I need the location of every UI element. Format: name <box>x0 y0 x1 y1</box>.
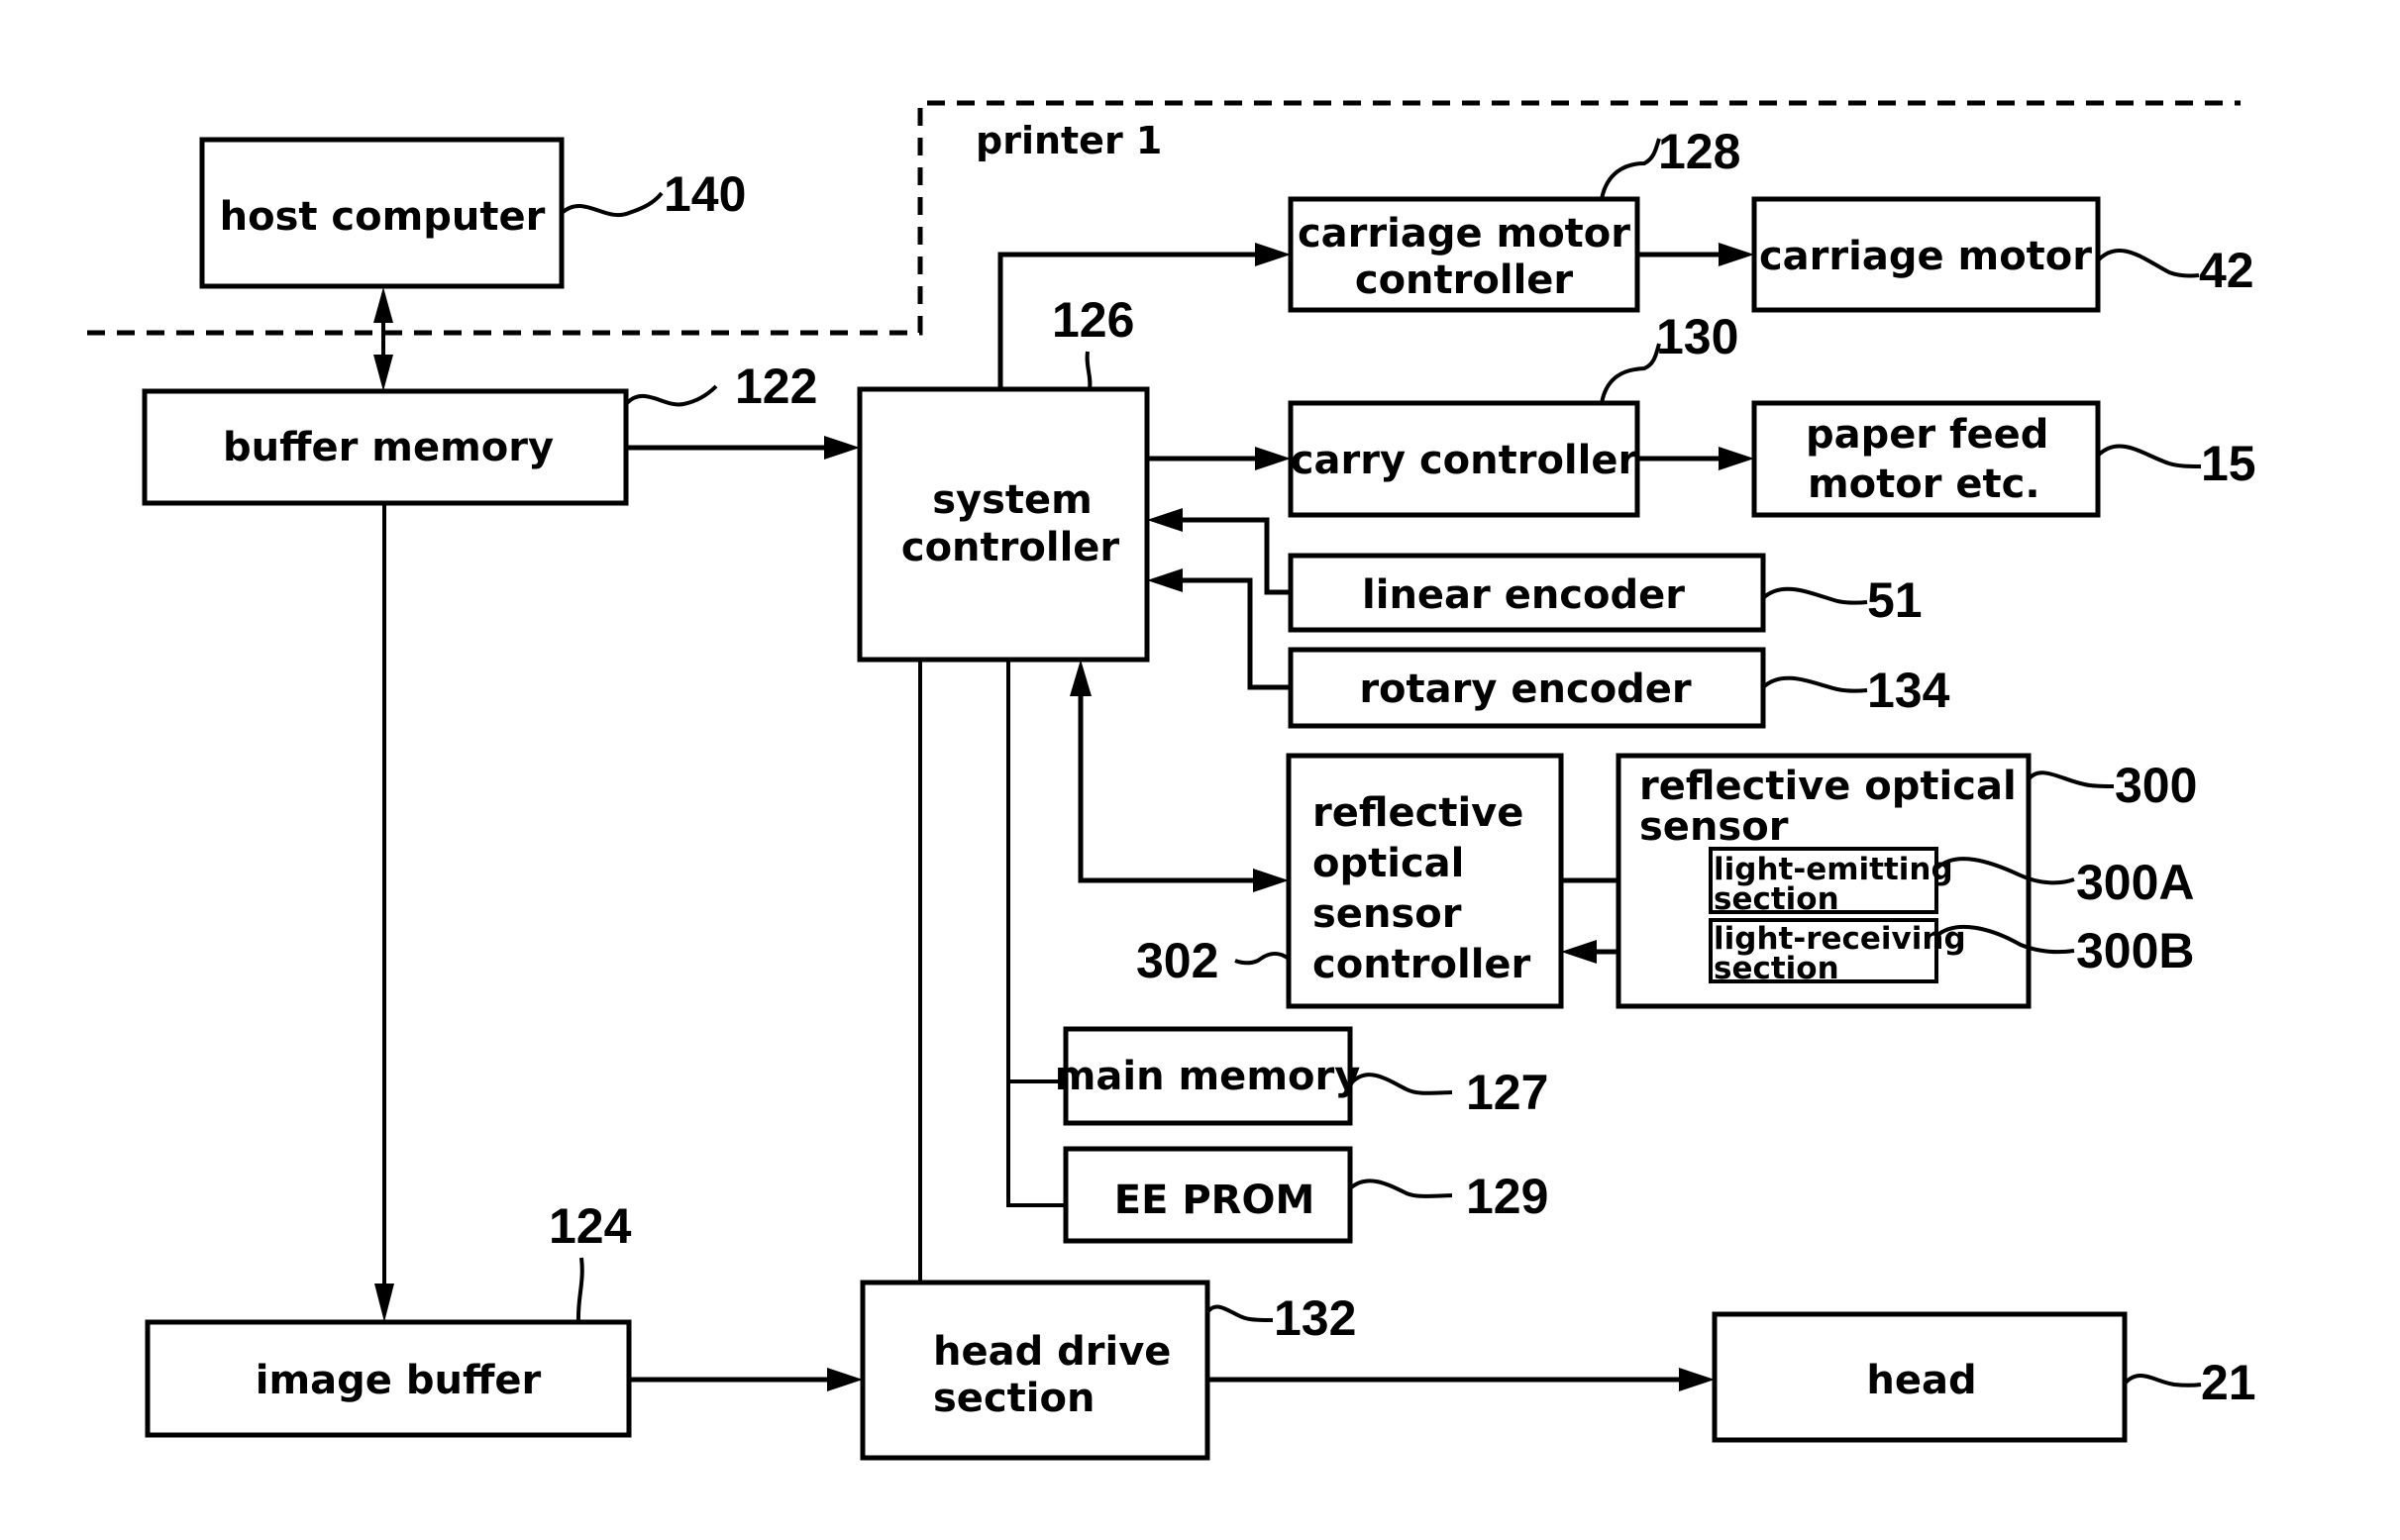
block-label: optical <box>1312 841 1464 886</box>
printer-region-label: printer 1 <box>976 119 1162 162</box>
arrowhead-rosc-in <box>1253 869 1289 892</box>
leader-126 <box>1085 351 1093 390</box>
block-rotary-encoder: rotary encoder <box>1288 647 1766 729</box>
block-label: image buffer <box>256 1358 542 1403</box>
leader-42 <box>2096 248 2200 278</box>
leader-302 <box>1234 952 1291 966</box>
ref-label-21: 21 <box>2201 1355 2256 1410</box>
leader-130 <box>1600 343 1661 404</box>
ref-label-129: 129 <box>1466 1169 1548 1224</box>
arrowhead-image-in <box>374 1283 394 1322</box>
block-main-memory: main memory <box>1055 1026 1361 1126</box>
arrowhead-linear-to-system <box>1147 508 1183 532</box>
leader-21 <box>2123 1374 2202 1387</box>
block-carry-controller: carry controller <box>1288 400 1640 518</box>
block-label: system <box>932 477 1093 523</box>
block-label: sensor <box>1312 891 1462 937</box>
block-label: motor etc. <box>1808 462 2040 507</box>
ref-label-302: 302 <box>1136 933 1218 988</box>
arrowhead-down-buffer <box>373 355 393 391</box>
ref-label-42: 42 <box>2199 243 2254 298</box>
ref-label-128: 128 <box>1658 124 1740 179</box>
wire-system-ros-controller <box>1078 693 1261 883</box>
block-label: head drive <box>933 1329 1171 1375</box>
block-paper-feed-motor: paper feed motor etc. <box>1751 400 2101 518</box>
ref-label-126: 126 <box>1052 292 1134 348</box>
wire-system-memory-bus <box>1006 660 1066 1207</box>
ref-label-127: 127 <box>1466 1065 1548 1120</box>
block-label: head <box>1866 1358 1976 1403</box>
block-light-receiving-section: light-receiving section <box>1709 918 1966 986</box>
ref-label-15: 15 <box>2201 436 2256 491</box>
leader-128 <box>1600 138 1661 200</box>
block-label: controller <box>1312 942 1531 987</box>
block-host-computer: host computer <box>199 137 565 289</box>
block-label: reflective optical <box>1639 764 2017 809</box>
block-label: section <box>1714 881 1839 917</box>
block-label: carriage motor <box>1298 211 1630 257</box>
arrowhead-carry-in <box>1255 447 1291 470</box>
block-label: controller <box>901 525 1120 570</box>
leader-129 <box>1348 1179 1453 1198</box>
arrowhead-headdrive-in <box>827 1368 863 1391</box>
arrowhead-rosc-from-receive <box>1561 940 1597 964</box>
arrowhead-system-in <box>824 436 860 460</box>
ref-label-124: 124 <box>549 1198 632 1254</box>
block-label: carry controller <box>1291 438 1638 483</box>
leader-140 <box>560 191 664 217</box>
block-label: carriage motor <box>1759 234 2092 279</box>
ref-label-300B: 300B <box>2076 923 2195 978</box>
printer-block-diagram: printer 1 host computer buffer memory sy… <box>87 100 2256 1461</box>
arrowhead-up-host <box>373 287 393 323</box>
leader-122 <box>624 384 718 407</box>
ref-label-122: 122 <box>735 359 817 414</box>
arrowhead-system-from-rosc <box>1070 660 1092 696</box>
ref-label-132: 132 <box>1274 1290 1356 1346</box>
leader-15 <box>2096 444 2202 468</box>
block-label: rotary encoder <box>1359 667 1692 712</box>
arrowhead-rotary-to-system <box>1147 568 1183 592</box>
ref-label-134: 134 <box>1867 663 1950 718</box>
block-label: controller <box>1355 257 1574 303</box>
block-label: EE PROM <box>1114 1178 1315 1223</box>
arrowhead-head-in <box>1679 1368 1715 1391</box>
ref-label-140: 140 <box>664 166 746 222</box>
leader-300 <box>2027 770 2115 788</box>
block-system-controller: system controller <box>857 386 1150 663</box>
block-ros-controller: reflective optical sensor controller <box>1286 753 1564 1009</box>
leader-127 <box>1348 1073 1453 1095</box>
arrowhead-cm-in <box>1719 243 1754 266</box>
block-eeprom: EE PROM <box>1063 1146 1353 1244</box>
ref-label-130: 130 <box>1656 309 1738 364</box>
block-label: buffer memory <box>223 425 554 470</box>
ref-label-51: 51 <box>1867 572 1923 628</box>
block-linear-encoder: linear encoder <box>1288 553 1766 633</box>
block-carriage-motor-controller: carriage motor controller <box>1288 196 1640 313</box>
block-carriage-motor: carriage motor <box>1751 196 2101 313</box>
block-label: host computer <box>220 194 546 240</box>
ref-label-300: 300 <box>2115 758 2197 813</box>
block-head-drive-section: head drive section <box>860 1280 1210 1461</box>
block-label: reflective <box>1312 790 1523 836</box>
block-label: linear encoder <box>1362 572 1685 618</box>
block-label: paper feed <box>1806 412 2048 458</box>
block-label: section <box>1714 951 1839 986</box>
leader-51 <box>1761 586 1868 605</box>
block-label: sensor <box>1639 804 1789 850</box>
leader-124 <box>575 1257 584 1323</box>
ref-label-300A: 300A <box>2076 855 2195 910</box>
block-light-emitting-section: light-emitting section <box>1709 847 1953 917</box>
leader-132 <box>1205 1304 1274 1322</box>
arrowhead-cmc-in <box>1255 243 1291 266</box>
leader-134 <box>1761 675 1868 693</box>
block-head: head <box>1712 1311 2128 1443</box>
block-image-buffer: image buffer <box>145 1319 632 1438</box>
block-buffer-memory: buffer memory <box>142 388 629 506</box>
arrowhead-paper-in <box>1719 447 1754 470</box>
block-label: main memory <box>1055 1054 1361 1099</box>
block-label: section <box>933 1376 1095 1421</box>
wire-rotary-system <box>1175 577 1291 690</box>
